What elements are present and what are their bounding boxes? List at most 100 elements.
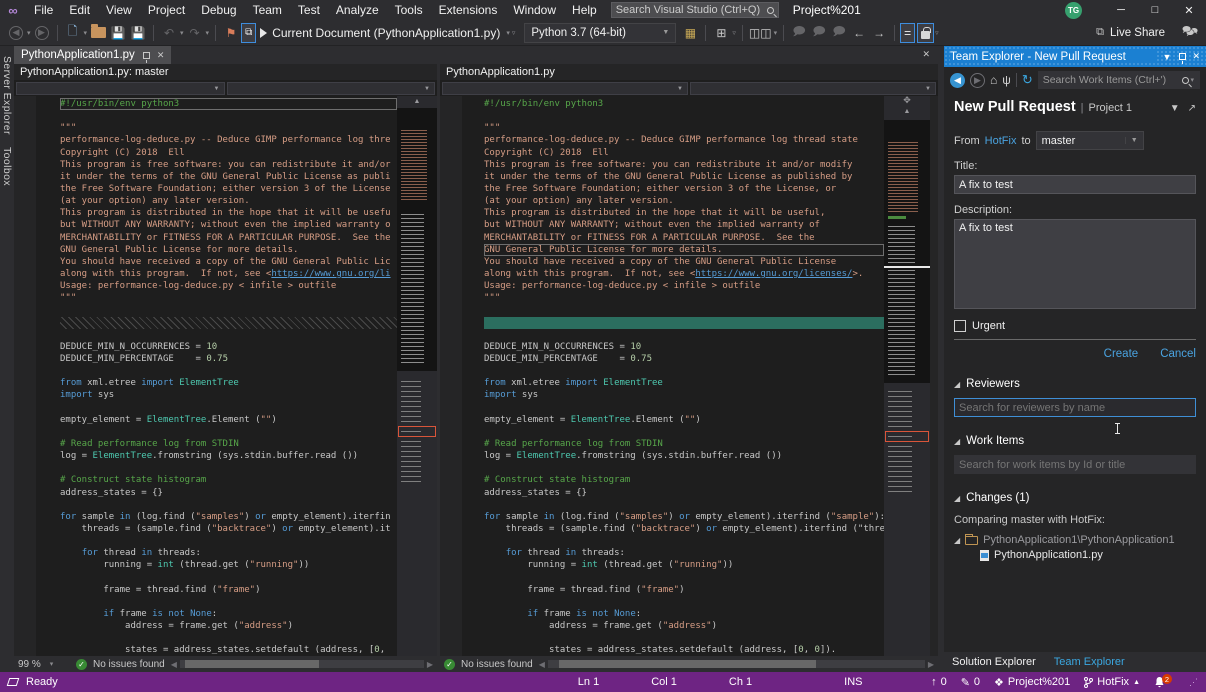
work-items-section-header[interactable]: ◢ Work Items xyxy=(954,435,1196,447)
menu-edit[interactable]: Edit xyxy=(61,3,98,17)
navigate-back-icon[interactable]: ◀ xyxy=(7,23,25,43)
repository-picker[interactable]: ❖ Project%201 xyxy=(994,676,1070,689)
next-change-icon[interactable]: → xyxy=(870,23,888,43)
status-line[interactable]: Ln 1 xyxy=(578,676,599,688)
document-group-close-icon[interactable]: ✕ xyxy=(922,49,930,60)
menu-tools[interactable]: Tools xyxy=(387,3,431,17)
menu-extensions[interactable]: Extensions xyxy=(431,3,506,17)
from-branch-link[interactable]: HotFix xyxy=(985,135,1017,147)
branch-picker[interactable]: HotFix ▲ xyxy=(1084,676,1140,688)
run-target-dropdown[interactable]: ▾ xyxy=(506,29,510,37)
work-items-search-box[interactable]: Search Work Items (Ctrl+') ▾ xyxy=(1038,71,1200,89)
nav-dropdown-members[interactable]: ▼ xyxy=(690,82,936,95)
user-avatar[interactable]: TG xyxy=(1065,2,1082,19)
side-by-side-icon[interactable]: ◫◫ xyxy=(749,23,772,43)
status-column[interactable]: Col 1 xyxy=(651,676,677,688)
nav-dropdown-types[interactable]: ▼ xyxy=(442,82,688,95)
scroll-up-icon[interactable]: ▲ xyxy=(397,98,437,105)
right-minimap[interactable]: ▲ ✥ xyxy=(884,96,930,656)
save-icon[interactable]: 💾 xyxy=(109,23,127,43)
undo-icon[interactable]: ↶ xyxy=(160,23,178,43)
changes-folder-row[interactable]: ◢ PythonApplication1\PythonApplication1 xyxy=(954,534,1196,546)
side-by-side-dropdown[interactable]: ▾ xyxy=(774,29,778,37)
menu-help[interactable]: Help xyxy=(564,3,605,17)
nav-dropdown-types[interactable]: ▼ xyxy=(16,82,225,95)
zoom-selector[interactable]: 99 % ▾ xyxy=(18,659,70,670)
menu-test[interactable]: Test xyxy=(290,3,328,17)
sidebar-item-server-explorer[interactable]: Server Explorer xyxy=(1,50,13,141)
ignore-whitespace-toggle[interactable]: = xyxy=(900,23,915,43)
notifications-button[interactable]: 2 xyxy=(1154,676,1165,688)
document-tab[interactable]: PythonApplication1.py ✕ xyxy=(14,46,171,64)
redo-dropdown[interactable]: ▾ xyxy=(206,29,210,37)
diff-overflow[interactable]: ▿ xyxy=(935,29,939,37)
status-insert-mode[interactable]: INS xyxy=(844,676,862,688)
left-minimap[interactable]: ▲ xyxy=(397,96,437,656)
changes-file-row[interactable]: PythonApplication1.py xyxy=(980,549,1196,561)
create-button[interactable]: Create xyxy=(1104,348,1139,360)
menu-debug[interactable]: Debug xyxy=(193,3,244,17)
sync-lock-toggle[interactable] xyxy=(917,23,934,43)
work-items-search-input[interactable] xyxy=(954,455,1196,474)
feedback-icon[interactable]: 🗫 xyxy=(1181,23,1199,43)
right-horizontal-scrollbar[interactable]: ◀▶ xyxy=(539,659,934,669)
left-code-editor[interactable]: #!/usr/bin/env python3"""performance-log… xyxy=(14,96,397,656)
team-explorer-titlebar[interactable]: Team Explorer - New Pull Request ▼ ✕ xyxy=(944,46,1206,67)
close-button[interactable]: ✕ xyxy=(1172,0,1206,20)
back-button[interactable]: ◀ xyxy=(950,73,965,88)
package-manager-icon[interactable]: ▦ xyxy=(681,23,699,43)
connections-plug-icon[interactable]: ψ xyxy=(1002,73,1011,87)
menu-team[interactable]: Team xyxy=(245,3,290,17)
python-environment-dropdown[interactable]: Python 3.7 (64-bit) ▼ xyxy=(524,23,676,43)
tab-team-explorer[interactable]: Team Explorer xyxy=(1054,656,1125,668)
split-handle-icon[interactable]: ✥ xyxy=(884,95,930,106)
tab-solution-explorer[interactable]: Solution Explorer xyxy=(952,656,1036,668)
resize-grip[interactable]: ⋰ xyxy=(1189,677,1198,688)
forward-button[interactable]: ▶ xyxy=(970,73,985,88)
live-share-label[interactable]: Live Share xyxy=(1110,27,1165,39)
menu-window[interactable]: Window xyxy=(505,3,564,17)
menu-analyze[interactable]: Analyze xyxy=(328,3,387,17)
window-position-dropdown[interactable]: ▼ xyxy=(1163,52,1172,62)
menu-project[interactable]: Project xyxy=(140,3,193,17)
window-layout-overflow[interactable]: ▿ xyxy=(732,29,736,37)
new-file-dropdown[interactable]: ▾ xyxy=(84,29,88,37)
target-branch-dropdown[interactable]: master ▼ xyxy=(1036,131,1144,150)
changes-section-header[interactable]: ◢ Changes (1) xyxy=(954,492,1196,504)
prev-change-icon[interactable]: ← xyxy=(850,23,868,43)
window-layout-icon[interactable]: ⊞ xyxy=(712,23,730,43)
compare-documents-toggle[interactable]: ⧉ xyxy=(241,23,256,43)
tab-close-icon[interactable]: ✕ xyxy=(157,50,165,61)
pr-title-input[interactable] xyxy=(954,175,1196,194)
urgent-checkbox[interactable] xyxy=(954,320,966,332)
nav-dropdown-members[interactable]: ▼ xyxy=(227,82,436,95)
cancel-button[interactable]: Cancel xyxy=(1160,348,1196,360)
scroll-up-icon[interactable]: ▲ xyxy=(884,108,930,115)
quick-search-box[interactable]: Search Visual Studio (Ctrl+Q) xyxy=(611,2,779,18)
maximize-button[interactable]: □ xyxy=(1138,0,1172,20)
home-icon[interactable]: ⌂ xyxy=(990,73,997,87)
page-dropdown-icon[interactable]: ▼ xyxy=(1170,103,1180,114)
sidebar-item-toolbox[interactable]: Toolbox xyxy=(1,141,13,192)
new-file-icon[interactable]: 🗋 xyxy=(64,23,82,43)
minimize-button[interactable]: ─ xyxy=(1104,0,1138,20)
refresh-icon[interactable]: ↻ xyxy=(1022,72,1033,88)
reviewers-search-input[interactable] xyxy=(954,398,1196,417)
comment-prev-icon[interactable]: 🗩 xyxy=(810,23,828,43)
save-all-icon[interactable]: 💾 xyxy=(129,23,147,43)
attach-icon[interactable]: ⚑ xyxy=(222,23,240,43)
undock-icon[interactable]: ↗ xyxy=(1188,103,1196,114)
comment-next-icon[interactable]: 🗩 xyxy=(830,23,848,43)
panel-close-icon[interactable]: ✕ xyxy=(1192,51,1200,62)
status-character[interactable]: Ch 1 xyxy=(729,676,752,688)
redo-icon[interactable]: ↷ xyxy=(186,23,204,43)
unpushed-commits[interactable]: ↑ 0 xyxy=(931,676,947,688)
undo-dropdown[interactable]: ▾ xyxy=(180,29,184,37)
menu-view[interactable]: View xyxy=(98,3,140,17)
reviewers-section-header[interactable]: ◢ Reviewers xyxy=(954,378,1196,390)
navigate-forward-icon[interactable]: ▶ xyxy=(33,23,51,43)
pending-edits[interactable]: ✎ 0 xyxy=(961,676,980,689)
background-tasks-icon[interactable] xyxy=(7,678,20,686)
right-code-editor[interactable]: #!/usr/bin/env python3"""performance-log… xyxy=(440,96,884,656)
pr-description-input[interactable]: A fix to test xyxy=(954,219,1196,309)
